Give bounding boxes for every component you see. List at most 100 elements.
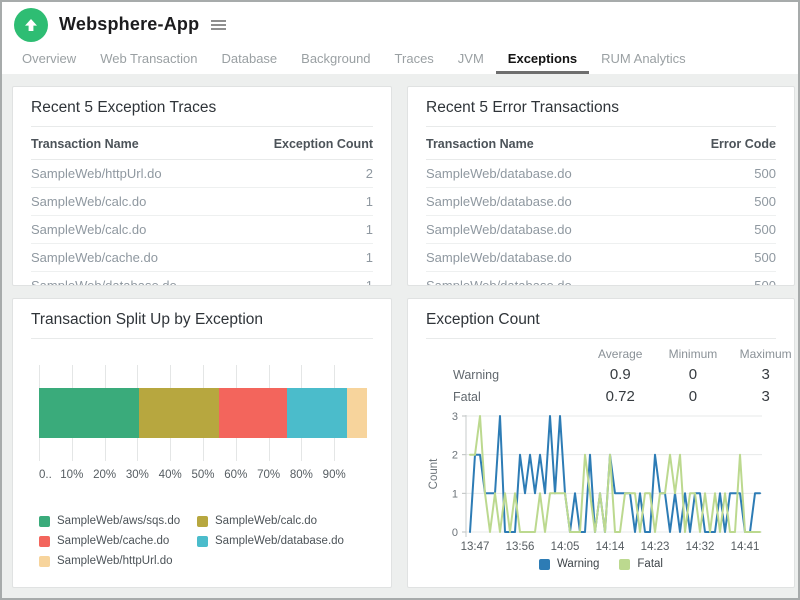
x-tick-label: 14:41	[731, 541, 760, 553]
legend-label: Warning	[557, 558, 599, 570]
transaction-name-cell[interactable]: SampleWeb/database.do	[426, 188, 668, 216]
legend-swatch	[197, 516, 208, 527]
transaction-name-cell[interactable]: SampleWeb/calc.do	[31, 216, 234, 244]
app-title: Websphere-App	[59, 14, 199, 35]
legend-item-sampleweb-database-do[interactable]: SampleWeb/database.do	[197, 535, 373, 547]
bar-x-axis: 0..10%20%30%40%50%60%70%80%90%	[39, 469, 367, 485]
legend-item-fatal[interactable]: Fatal	[619, 558, 663, 570]
table-row: SampleWeb/httpUrl.do2	[31, 160, 373, 188]
hamburger-menu-icon[interactable]	[209, 15, 228, 35]
transaction-name-cell[interactable]: SampleWeb/database.do	[31, 272, 234, 287]
column-header-error-code: Error Code	[668, 127, 776, 160]
panel-recent-exception-traces: Recent 5 Exception Traces Transaction Na…	[12, 86, 392, 286]
bar-axis-tick-label: 90%	[323, 469, 346, 481]
tab-exceptions[interactable]: Exceptions	[496, 47, 589, 74]
error-code-cell: 500	[668, 188, 776, 216]
table-row: SampleWeb/calc.do1	[31, 188, 373, 216]
bar-axis-tick-label: 10%	[60, 469, 83, 481]
exception-count-line-chart: 012313:4713:5614:0514:1414:2314:3214:41C…	[426, 410, 776, 557]
line-chart-legend: Warning Fatal	[426, 558, 776, 570]
tab-web-transaction[interactable]: Web Transaction	[88, 47, 209, 74]
legend-item-sampleweb-calc-do[interactable]: SampleWeb/calc.do	[197, 515, 373, 527]
bar-segment-sampleweb-calc-do[interactable]	[139, 388, 219, 438]
table-row: SampleWeb/cache.do1	[31, 244, 373, 272]
exception-count-cell: 1	[234, 188, 373, 216]
legend-swatch	[39, 516, 50, 527]
app-header: Websphere-App	[2, 2, 798, 47]
legend-label: SampleWeb/cache.do	[57, 535, 169, 547]
y-axis-title: Count	[428, 458, 440, 489]
bar-segment-sampleweb-cache-do[interactable]	[219, 388, 286, 438]
tab-database[interactable]: Database	[210, 47, 290, 74]
tbl-error-transactions-table: Transaction NameError CodeSampleWeb/data…	[426, 127, 776, 286]
table-row: SampleWeb/database.do500	[426, 272, 776, 287]
transaction-name-cell[interactable]: SampleWeb/cache.do	[31, 244, 234, 272]
stat-label: Warning	[426, 364, 584, 386]
transaction-name-cell[interactable]: SampleWeb/database.do	[426, 244, 668, 272]
transaction-name-cell[interactable]: SampleWeb/calc.do	[31, 188, 234, 216]
table-row: SampleWeb/database.do500	[426, 216, 776, 244]
legend-swatch	[39, 536, 50, 547]
legend-item-sampleweb-aws-sqs-do[interactable]: SampleWeb/aws/sqs.do	[39, 515, 191, 527]
column-header-transaction-name: Transaction Name	[426, 127, 668, 160]
bar-segment-sampleweb-aws-sqs-do[interactable]	[39, 388, 139, 438]
transaction-name-cell[interactable]: SampleWeb/httpUrl.do	[31, 160, 234, 188]
stat-value: 3	[729, 364, 795, 386]
stat-value: 0.72	[584, 386, 657, 408]
error-code-cell: 500	[668, 216, 776, 244]
tbl-exception-traces-table: Transaction NameException CountSampleWeb…	[31, 127, 373, 286]
x-tick-label: 14:32	[686, 541, 715, 553]
exception-count-cell: 1	[234, 244, 373, 272]
stats-column-minimum: Minimum	[657, 339, 730, 364]
legend-item-sampleweb-cache-do[interactable]: SampleWeb/cache.do	[39, 535, 191, 547]
bar-segment-sampleweb-httpurl-do[interactable]	[347, 388, 367, 438]
table-row: SampleWeb/database.do500	[426, 244, 776, 272]
transaction-name-cell[interactable]: SampleWeb/database.do	[426, 272, 668, 287]
up-arrow-icon	[23, 17, 39, 33]
panel-title-transaction-split: Transaction Split Up by Exception	[31, 310, 373, 339]
table-row: SampleWeb/database.do500	[426, 160, 776, 188]
stats-column-average: Average	[584, 339, 657, 364]
y-tick-label: 2	[452, 450, 458, 462]
exception-count-cell: 2	[234, 160, 373, 188]
legend-swatch	[619, 559, 630, 570]
error-code-cell: 500	[668, 244, 776, 272]
legend-swatch	[39, 556, 50, 567]
y-tick-label: 1	[452, 488, 458, 500]
legend-label: SampleWeb/database.do	[215, 535, 344, 547]
x-tick-label: 14:23	[641, 541, 670, 553]
status-up-icon[interactable]	[14, 8, 48, 42]
bar-axis-tick-label: 0..	[39, 469, 52, 481]
legend-label: SampleWeb/calc.do	[215, 515, 317, 527]
tab-rum-analytics[interactable]: RUM Analytics	[589, 47, 698, 74]
panel-transaction-split: Transaction Split Up by Exception 0.. 10%…	[12, 298, 392, 588]
stat-label: Fatal	[426, 386, 584, 408]
tab-background[interactable]: Background	[289, 47, 382, 74]
tab-jvm[interactable]: JVM	[446, 47, 496, 74]
legend-label: SampleWeb/httpUrl.do	[57, 555, 172, 567]
table-row: SampleWeb/database.do500	[426, 188, 776, 216]
stat-value: 0	[657, 364, 730, 386]
exception-count-cell: 1	[234, 272, 373, 287]
x-tick-label: 14:14	[596, 541, 625, 553]
stacked-bar-chart	[39, 365, 367, 461]
y-tick-label: 3	[452, 411, 458, 423]
stat-value: 0.9	[584, 364, 657, 386]
bar-axis-tick-label: 30%	[126, 469, 149, 481]
legend-item-sampleweb-httpurl-do[interactable]: SampleWeb/httpUrl.do	[39, 555, 191, 567]
x-tick-label: 14:05	[551, 541, 580, 553]
column-header-transaction-name: Transaction Name	[31, 127, 234, 160]
tab-overview[interactable]: Overview	[10, 47, 88, 74]
legend-swatch	[197, 536, 208, 547]
error-code-cell: 500	[668, 272, 776, 287]
bar-axis-tick-label: 60%	[224, 469, 247, 481]
transaction-name-cell[interactable]: SampleWeb/database.do	[426, 160, 668, 188]
tab-traces[interactable]: Traces	[383, 47, 446, 74]
panel-title-exception-count: Exception Count	[426, 310, 776, 339]
bar-segment-sampleweb-database-do[interactable]	[287, 388, 348, 438]
bar-axis-tick-label: 70%	[257, 469, 280, 481]
transaction-name-cell[interactable]: SampleWeb/database.do	[426, 216, 668, 244]
legend-item-warning[interactable]: Warning	[539, 558, 599, 570]
stats-column-maximum: Maximum	[729, 339, 795, 364]
tab-bar: OverviewWeb TransactionDatabaseBackgroun…	[2, 47, 798, 74]
